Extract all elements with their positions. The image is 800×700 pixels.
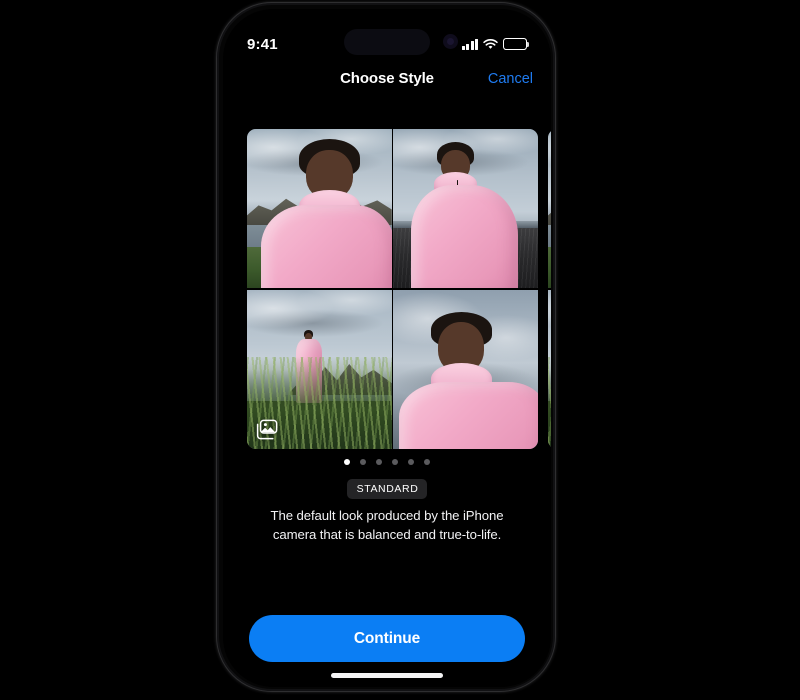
- style-name-badge: STANDARD: [346, 479, 428, 499]
- photo-portrait-selfie-mountains: [247, 129, 392, 289]
- style-carousel[interactable]: [223, 129, 551, 449]
- carousel-track[interactable]: [247, 129, 551, 449]
- navigation-bar: Choose Style Cancel: [223, 64, 551, 100]
- home-indicator[interactable]: [331, 673, 443, 678]
- page-dot-1[interactable]: [360, 459, 366, 465]
- photo-portrait-selfie-mountains: [548, 129, 551, 289]
- wifi-icon: [483, 38, 498, 50]
- phone-screen: 9:41 Choose Style Cancel STANDARD The de…: [223, 9, 551, 687]
- photo-grid: [247, 129, 538, 449]
- page-dot-2[interactable]: [376, 459, 382, 465]
- photo-close-up-portrait-sky: [393, 289, 538, 449]
- battery-icon: [503, 38, 530, 50]
- carousel-page-indicator[interactable]: [223, 459, 551, 465]
- photo-distant-figure-tall-grass: [548, 289, 551, 449]
- style-card-next-preview[interactable]: [548, 129, 551, 449]
- page-dot-4[interactable]: [408, 459, 414, 465]
- status-bar-time: 9:41: [247, 35, 278, 53]
- cancel-button[interactable]: Cancel: [488, 71, 533, 87]
- screenshot-canvas: 9:41 Choose Style Cancel STANDARD The de…: [0, 0, 800, 700]
- status-bar-indicators: [461, 38, 530, 50]
- phone-device-frame: 9:41 Choose Style Cancel STANDARD The de…: [216, 2, 556, 692]
- photo-distant-figure-tall-grass: [247, 289, 392, 449]
- page-dot-5[interactable]: [424, 459, 430, 465]
- status-bar: 9:41: [223, 31, 551, 57]
- photo-stack-icon[interactable]: [256, 419, 279, 440]
- continue-button[interactable]: Continue: [249, 615, 525, 662]
- style-card-standard[interactable]: [247, 129, 538, 449]
- signal-bars-icon: [461, 38, 478, 50]
- photo-grid: [548, 129, 551, 449]
- photo-full-body-black-sand-beach: [393, 129, 538, 289]
- page-dot-3[interactable]: [392, 459, 398, 465]
- style-badge-row: STANDARD: [223, 479, 551, 499]
- page-dot-0[interactable]: [344, 459, 350, 465]
- style-description: The default look produced by the iPhone …: [270, 508, 504, 542]
